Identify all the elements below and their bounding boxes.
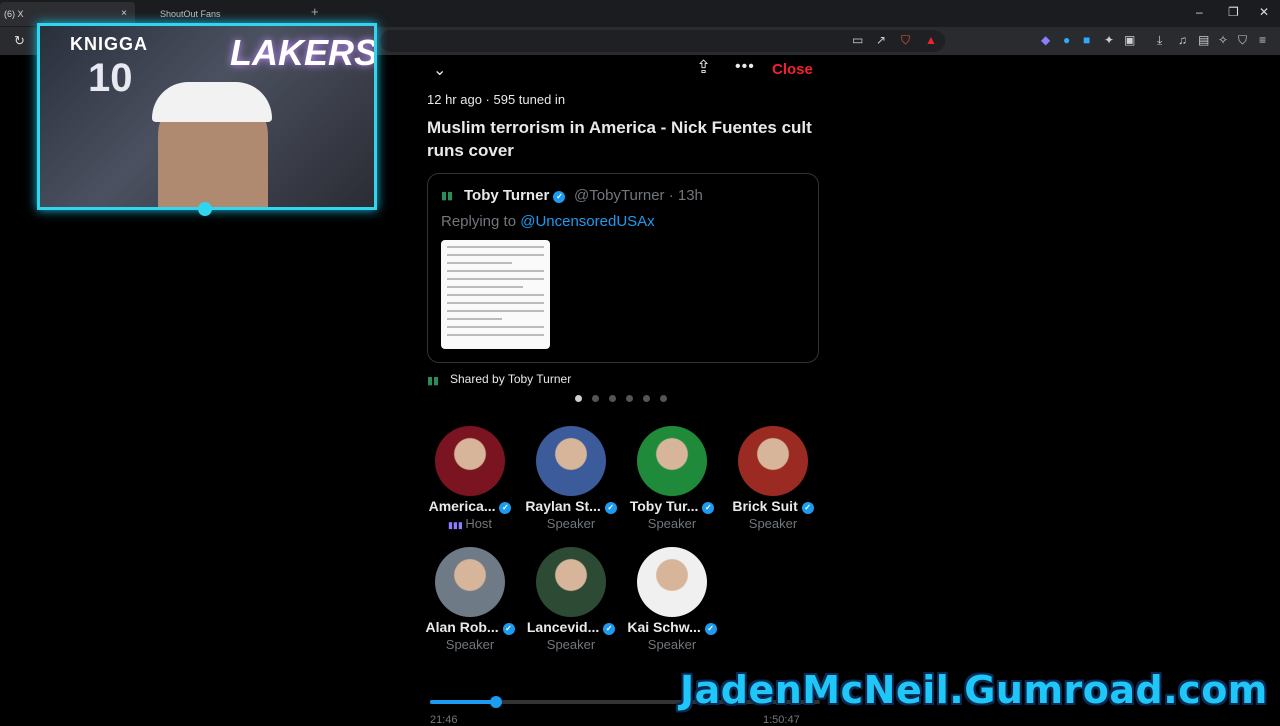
carousel-dot[interactable] — [575, 395, 582, 402]
tweet-handle: @TobyTurner · 13h — [574, 187, 703, 204]
carousel-dot[interactable] — [660, 395, 667, 402]
participant-name[interactable]: Kai Schw... ✓ — [607, 619, 737, 635]
webcam-overlay: KNIGGA 10 LAKERS — [37, 23, 377, 210]
space-meta: 12 hr ago · 595 tuned in — [427, 92, 566, 107]
tab-label: (6) X — [4, 9, 24, 19]
progress-knob[interactable] — [490, 696, 503, 708]
extension-icon[interactable]: ■ — [1083, 33, 1090, 47]
tab-label: ShoutOut Fans — [160, 9, 221, 19]
space-title: Muslim terrorism in America - Nick Fuent… — [427, 118, 812, 160]
host-icon: ▮▮▮ — [447, 520, 466, 530]
sidebar-icon[interactable]: ▣ — [1124, 33, 1135, 47]
carousel-dot[interactable] — [609, 395, 616, 402]
vpn-icon[interactable]: ⛉ — [1238, 33, 1247, 48]
tweet-image[interactable] — [441, 240, 550, 349]
replying-to: Replying to @UncensoredUSAx — [441, 213, 655, 230]
replying-to-link[interactable]: @UncensoredUSAx — [520, 213, 654, 230]
participant-avatar[interactable] — [435, 426, 505, 496]
tweet-author[interactable]: Toby Turner ✓ — [464, 187, 566, 204]
flag-icon: ▮▮ — [427, 375, 440, 387]
share-icon[interactable]: ⇪ — [696, 57, 711, 78]
share-icon[interactable]: ↗ — [876, 33, 886, 47]
new-tab-button[interactable]: + — [311, 4, 319, 19]
extension-icon[interactable]: ◆ — [1041, 33, 1050, 47]
participant-avatar[interactable] — [637, 426, 707, 496]
chevron-down-icon[interactable]: ⌄ — [433, 60, 446, 80]
streamer-cap — [152, 82, 272, 122]
duration-time: 1:50:47 — [763, 714, 800, 726]
reload-icon[interactable]: ↻ — [14, 33, 25, 49]
participant-avatar[interactable] — [637, 547, 707, 617]
screen-icon[interactable]: ▭ — [852, 33, 863, 47]
elapsed-time: 21:46 — [430, 714, 458, 726]
progress-fill — [430, 700, 497, 704]
shared-by: Shared by Toby Turner — [450, 372, 572, 386]
verified-icon: ✓ — [801, 502, 814, 514]
jersey-number: 10 — [88, 56, 133, 100]
menu-icon[interactable]: ≡ — [1259, 33, 1266, 47]
verified-icon: ✓ — [553, 191, 566, 203]
extension-icon[interactable]: ● — [1063, 33, 1070, 47]
verified-icon: ✓ — [704, 623, 717, 635]
participant-role: Speaker — [647, 637, 697, 652]
promo-watermark: JadenMcNeil.Gumroad.com — [680, 668, 1268, 712]
participant-name[interactable]: Brick Suit ✓ — [708, 498, 838, 514]
participant-avatar[interactable] — [536, 547, 606, 617]
more-options-button[interactable]: ••• — [735, 58, 755, 76]
flag-icon: ▮▮ — [441, 190, 454, 202]
minimize-button[interactable]: – — [1196, 5, 1203, 19]
music-icon[interactable]: ♫ — [1178, 33, 1187, 47]
participant-avatar[interactable] — [536, 426, 606, 496]
rewards-icon[interactable]: ▲ — [925, 33, 937, 47]
puzzle-icon[interactable]: ✦ — [1104, 33, 1114, 47]
carousel-dot[interactable] — [643, 395, 650, 402]
participant-avatar[interactable] — [738, 426, 808, 496]
participant-avatar[interactable] — [435, 547, 505, 617]
close-window-button[interactable]: ✕ — [1259, 5, 1269, 19]
ai-icon[interactable]: ✧ — [1218, 33, 1228, 47]
download-icon[interactable]: ⤓ — [1157, 33, 1162, 48]
webcam-indicator — [198, 202, 212, 216]
close-button[interactable]: Close — [772, 61, 813, 78]
carousel-dot[interactable] — [626, 395, 633, 402]
participant-role: Speaker — [748, 516, 798, 531]
carousel-dot[interactable] — [592, 395, 599, 402]
lakers-sign: LAKERS — [230, 32, 377, 73]
restore-button[interactable]: ❐ — [1228, 5, 1239, 19]
wallet-icon[interactable]: ▤ — [1198, 33, 1209, 47]
jersey-text: KNIGGA — [70, 34, 148, 54]
brave-shield-icon[interactable]: ⛉ — [901, 33, 910, 48]
